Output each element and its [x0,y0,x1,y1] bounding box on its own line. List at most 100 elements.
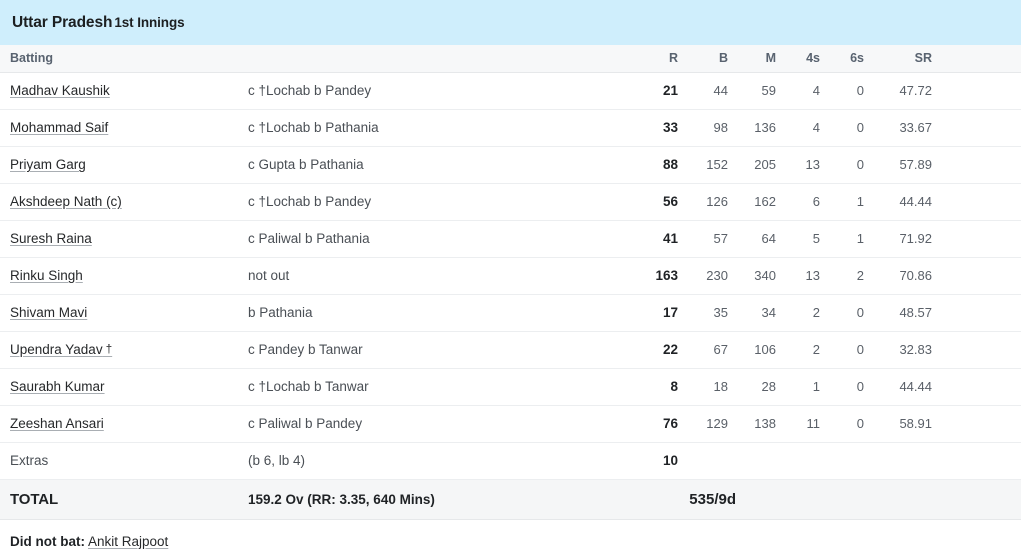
table-row: Mohammad Saif c †Lochab b Pathania 33 98 136… [0,109,1021,147]
cell-sixes: 0 [829,146,873,184]
dismissal-text: c Paliwal b Pandey [248,405,631,443]
cell-fours: 2 [785,294,829,332]
cell-runs: 88 [631,146,687,184]
table-body: Madhav Kaushik c †Lochab b Pandey 21 44 59 4 0… [0,72,1021,520]
player-link[interactable]: Akshdeep Nath (c) [10,194,126,209]
cell-minutes: 59 [737,72,785,110]
batting-table: Batting R B M 4s 6s SR Madhav Kaushik c †… [0,45,1021,520]
batter-name-cell: Mohammad Saif [0,109,248,147]
cell-spacer [873,478,941,520]
cell-strike-rate: 58.91 [873,405,941,443]
cell-fours: 4 [785,72,829,110]
cell-balls: 44 [687,72,737,110]
table-row: Priyam Garg c Gupta b Pathania 88 152 205 13 0… [0,146,1021,184]
player-link[interactable]: Zeeshan Ansari [10,416,108,431]
dismissal-text: c †Lochab b Pandey [248,72,631,110]
cell-fours: 2 [785,331,829,369]
did-not-bat-player-link[interactable]: Ankit Rajpoot [88,534,171,549]
did-not-bat: Did not bat: Ankit Rajpoot [0,520,1021,549]
cell-sixes: 0 [829,368,873,406]
dismissal-text: not out [248,257,631,295]
col-header-minutes: M [737,45,785,73]
dismissal-text: c Gupta b Pathania [248,146,631,184]
table-row: Madhav Kaushik c †Lochab b Pandey 21 44 59 4 0… [0,72,1021,110]
cell-fours: 6 [785,183,829,221]
cell-spacer [737,478,785,520]
cell-fours: 11 [785,405,829,443]
cell-sixes: 0 [829,405,873,443]
player-link[interactable]: Mohammad Saif [10,120,112,135]
table-row: Zeeshan Ansari c Paliwal b Pandey 76 129 138… [0,405,1021,443]
cell-strike-rate: 71.92 [873,220,941,258]
cell-spacer [737,442,785,480]
col-header-fours: 4s [785,45,829,73]
cell-sixes: 0 [829,294,873,332]
cell-minutes: 340 [737,257,785,295]
cell-spacer [829,478,873,520]
cell-fours: 1 [785,368,829,406]
cell-balls: 35 [687,294,737,332]
cell-fours: 5 [785,220,829,258]
cell-minutes: 136 [737,109,785,147]
cell-spacer [941,478,1021,520]
total-label-cell: TOTAL [0,478,248,520]
player-link[interactable]: Shivam Mavi [10,305,91,320]
cell-spacer [785,478,829,520]
cell-spacer [941,331,1021,369]
col-header-strike-rate: SR [873,45,941,73]
cell-sixes: 1 [829,220,873,258]
player-link[interactable]: Priyam Garg [10,157,90,172]
innings-header: Uttar Pradesh 1st Innings [0,0,1021,45]
batter-name-cell: Priyam Garg [0,146,248,184]
cell-spacer [941,183,1021,221]
innings-title: Uttar Pradesh 1st Innings [12,14,185,32]
cell-runs: 17 [631,294,687,332]
cell-fours: 13 [785,257,829,295]
total-detail: 159.2 Ov (RR: 3.35, 640 Mins) [248,478,631,520]
cell-spacer [941,405,1021,443]
table-row: Akshdeep Nath (c) c †Lochab b Pandey 56 126… [0,183,1021,221]
extras-detail: (b 6, lb 4) [248,442,631,480]
cell-balls: 152 [687,146,737,184]
dismissal-text: c †Lochab b Tanwar [248,368,631,406]
col-header-runs: R [631,45,687,73]
captain-marker: (c) [102,194,122,209]
cell-sixes: 0 [829,72,873,110]
cell-sixes: 1 [829,183,873,221]
player-link[interactable]: Rinku Singh [10,268,87,283]
player-link[interactable]: Madhav Kaushik [10,83,114,98]
cell-spacer [785,442,829,480]
cell-balls: 126 [687,183,737,221]
cell-spacer [941,109,1021,147]
cell-runs: 33 [631,109,687,147]
dismissal-text: c †Lochab b Pandey [248,183,631,221]
dismissal-text: c †Lochab b Pathania [248,109,631,147]
table-row: Suresh Raina c Paliwal b Pathania 41 57 64 5 1… [0,220,1021,258]
cell-spacer [941,257,1021,295]
cell-runs: 21 [631,72,687,110]
cell-strike-rate: 57.89 [873,146,941,184]
batter-name-cell: Madhav Kaushik [0,72,248,110]
table-row: Rinku Singh not out 163 230 340 13 2 70.86 [0,257,1021,295]
extras-label: Extras [10,453,49,468]
did-not-bat-players: Ankit Rajpoot [88,534,171,549]
header-row: Batting R B M 4s 6s SR [0,45,1021,73]
cell-strike-rate: 44.44 [873,183,941,221]
extras-label-cell: Extras [0,442,248,480]
cell-balls: 57 [687,220,737,258]
cell-spacer [941,368,1021,406]
batter-name-cell: Akshdeep Nath (c) [0,183,248,221]
cell-balls: 18 [687,368,737,406]
player-link[interactable]: Saurabh Kumar [10,379,109,394]
col-header-batting: Batting [0,45,631,73]
cell-strike-rate: 33.67 [873,109,941,147]
cell-spacer [687,442,737,480]
total-row: TOTAL 159.2 Ov (RR: 3.35, 640 Mins) 535/9d [0,478,1021,520]
batter-name-cell: Shivam Mavi [0,294,248,332]
cell-minutes: 34 [737,294,785,332]
player-link[interactable]: Suresh Raina [10,231,96,246]
cell-spacer [829,442,873,480]
batter-name-cell: Suresh Raina [0,220,248,258]
scorecard-panel: Uttar Pradesh 1st Innings Batting R B M 4… [0,0,1021,549]
player-link[interactable]: Upendra Yadav † [10,342,116,357]
